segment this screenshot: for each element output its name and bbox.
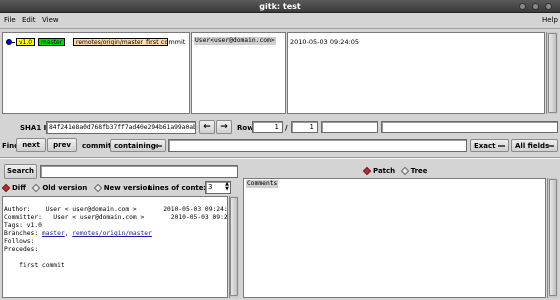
find-prev-button[interactable]: prev — [47, 138, 77, 152]
detail-committer: Committer: User < user@domain.com > 2010… — [4, 214, 228, 221]
scrollbar-thumb[interactable] — [548, 33, 557, 113]
file-list-pane[interactable]: Comments — [243, 178, 546, 298]
title-bar: gitk: test — [0, 0, 560, 13]
fields-select[interactable]: All fields — [511, 139, 558, 152]
progress-field — [321, 121, 378, 133]
find-type-value: containing: — [114, 142, 159, 150]
old-version-option[interactable]: Old version — [42, 184, 87, 192]
find-input[interactable] — [168, 139, 467, 152]
commit-details-pane[interactable]: Author: User < user@domain.com > 2010-05… — [2, 196, 228, 298]
detail-branches: Branches: master, remotes/origin/master — [4, 230, 226, 238]
commit-row[interactable]: v1.0 master remotes/origin/master first … — [5, 38, 189, 48]
context-spinbox[interactable]: 3 ▲ ▼ — [205, 181, 231, 194]
menu-edit[interactable]: Edit — [22, 16, 36, 24]
author-pane[interactable]: User<user@domain.com> — [191, 32, 286, 114]
dropdown-icon — [498, 145, 505, 147]
radio-icon[interactable] — [400, 166, 409, 176]
details-scrollbar[interactable] — [229, 196, 239, 298]
detail-message: first commit — [4, 262, 65, 269]
radio-icon[interactable] — [362, 166, 372, 176]
branches-label: Branches: — [4, 230, 42, 237]
close-button[interactable] — [545, 3, 552, 10]
commit-author[interactable]: User<user@domain.com> — [194, 37, 276, 45]
view-mode-radios: Patch Tree — [362, 166, 428, 176]
radio-icon[interactable] — [1, 183, 11, 193]
commit-subject: first commit — [146, 38, 186, 46]
branch-label: master — [38, 38, 66, 46]
radio-icon[interactable] — [93, 183, 102, 193]
match-case-value: Exact — [474, 142, 496, 150]
status-field — [381, 121, 558, 133]
context-value: 3 — [208, 183, 213, 191]
detail-precedes: Precedes: — [4, 246, 39, 253]
scrollbar-thumb[interactable] — [230, 197, 238, 296]
minimize-button[interactable] — [519, 3, 526, 10]
find-type-select[interactable]: containing: — [110, 139, 166, 152]
search-button[interactable]: Search — [4, 164, 37, 179]
spin-arrows-icon[interactable]: ▲ ▼ — [225, 182, 229, 192]
branch-link-remote[interactable]: remotes/origin/master — [72, 230, 152, 237]
search-input[interactable] — [40, 165, 238, 178]
commit-dot-icon — [6, 39, 12, 45]
window-title: gitk: test — [259, 2, 301, 11]
sha-input[interactable]: 84f241e8a0d768fb37ff7ad40e294b61a99a0abe — [46, 121, 196, 134]
menu-file[interactable]: File — [4, 16, 16, 24]
menu-view[interactable]: View — [42, 16, 59, 24]
detail-tags: Tags: v1.0 — [4, 222, 42, 229]
tree-option[interactable]: Tree — [411, 167, 428, 175]
menu-bar: File Edit View Help — [0, 13, 560, 29]
dropdown-icon — [547, 145, 554, 147]
commit-date[interactable]: 2010-05-03 09:24:05 — [290, 38, 359, 46]
forward-arrow-icon[interactable]: → — [216, 120, 232, 134]
find-next-button[interactable]: next — [16, 138, 46, 152]
detail-author: Author: User < user@domain.com > 2010-05… — [4, 206, 228, 213]
tag-label: v1.0 — [16, 38, 36, 46]
detail-follows: Follows: — [4, 238, 35, 245]
row-separator: / — [285, 124, 288, 132]
comments-entry[interactable]: Comments — [246, 180, 279, 188]
branch-link-master[interactable]: master — [42, 230, 65, 237]
date-pane[interactable]: 2010-05-03 09:24:05 — [287, 32, 545, 114]
find-commit-label: commit — [82, 142, 112, 150]
back-arrow-icon[interactable]: ← — [199, 120, 215, 134]
menu-help[interactable]: Help — [542, 16, 558, 24]
diff-options: Diff Old version New version — [1, 183, 153, 193]
dropdown-icon — [155, 145, 162, 147]
radio-icon[interactable] — [32, 183, 41, 193]
row-total: 1 — [291, 121, 318, 133]
maximize-button[interactable] — [532, 3, 539, 10]
fields-value: All fields — [515, 142, 550, 150]
patch-option[interactable]: Patch — [373, 167, 395, 175]
pane-divider[interactable] — [0, 157, 560, 159]
scrollbar-thumb[interactable] — [549, 179, 557, 296]
row-current[interactable]: 1 — [252, 121, 283, 133]
new-version-option[interactable]: New version — [104, 184, 153, 192]
commit-list-scrollbar[interactable] — [546, 32, 558, 114]
diff-option[interactable]: Diff — [12, 184, 26, 192]
commit-graph-pane[interactable]: v1.0 master remotes/origin/master first … — [2, 32, 190, 114]
file-list-scrollbar[interactable] — [547, 178, 558, 298]
match-case-select[interactable]: Exact — [470, 139, 509, 152]
